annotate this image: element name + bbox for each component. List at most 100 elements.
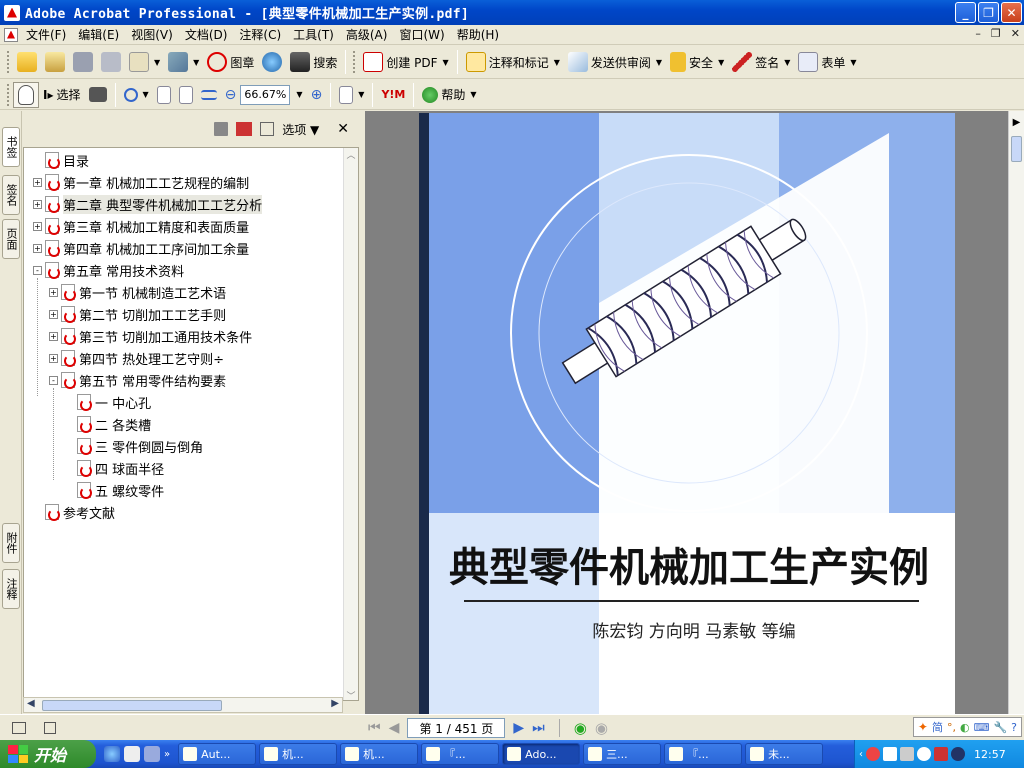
bookmark-item[interactable]: - 第五章 常用技术资料 [33,259,184,281]
ime-simplified-icon[interactable]: 简 [932,719,943,735]
snapshot-button[interactable] [85,82,111,108]
zoom-in-button[interactable]: ⊕ [307,82,327,108]
media-player-icon[interactable] [144,746,160,762]
expand-icon[interactable]: + [33,221,42,231]
horizontal-scroll-thumb[interactable] [42,700,222,711]
document-vertical-scrollbar[interactable]: ▶ [1008,111,1024,714]
bookmark-item[interactable]: + 第二节 切削加工工艺手则 [49,303,226,325]
taskbar-button[interactable]: 机... [340,743,419,765]
ime-halfwidth-icon[interactable]: ◐ [960,721,970,734]
fit-page-button[interactable] [175,82,197,108]
tab-pages[interactable]: 页面 [2,219,20,259]
expand-icon[interactable]: + [33,199,42,209]
acrobat-app-icon[interactable] [4,4,20,21]
actual-size-button[interactable] [153,82,175,108]
ime-help-icon[interactable]: ? [1011,721,1017,734]
document-pane[interactable]: 典型零件机械加工生产实例 陈宏钧 方向明 马素敏 等编 [365,111,1008,714]
ime-keyboard-icon[interactable]: ⌨ [974,721,990,734]
tab-attachments[interactable]: 附件 [2,523,20,563]
bookmark-item[interactable]: 三 零件倒圆与倒角 [65,435,203,457]
bookmark-item[interactable]: + 第四节 热处理工艺守则÷ [49,347,224,369]
scroll-down-arrow-icon[interactable]: ﹀ [344,689,358,700]
taskbar-button[interactable]: 未... [745,743,824,765]
toolbar-grip[interactable] [7,83,10,106]
page-layout-button[interactable]: ▼ [335,82,368,108]
options-menu[interactable]: 选项 ▼ [282,121,319,138]
tab-signatures[interactable]: 签名 [2,175,20,215]
web-button[interactable] [258,49,286,75]
zoom-dropdown[interactable]: ▼ [290,82,306,108]
fit-width-button[interactable] [197,82,221,108]
start-button[interactable]: 开始 [0,740,96,768]
bookmark-item[interactable]: + 第一章 机械加工工艺规程的编制 [33,171,249,193]
menu-tools[interactable]: 工具(T) [287,26,340,43]
close-button[interactable]: ✕ [1001,2,1022,23]
create-pdf-button[interactable]: 创建 PDF ▼ [359,49,452,75]
doc-scroll-right-arrow-icon[interactable]: ▶ [1009,117,1024,128]
taskbar-button[interactable]: 机... [259,743,338,765]
doc-minimize-button[interactable]: – [975,27,981,40]
stamp-button[interactable]: 图章 [203,49,258,75]
clock[interactable]: 12:57 [974,748,1006,761]
bookmark-item[interactable]: 一 中心孔 [65,391,151,413]
expand-icon[interactable]: + [49,353,58,363]
tray-help-icon[interactable] [883,747,897,761]
security-button[interactable]: 安全 ▼ [666,49,728,75]
previous-view-button[interactable]: ◉ [574,719,587,737]
panel-toggle-icon[interactable] [12,721,26,734]
zoom-tool-button[interactable]: ▼ [120,82,153,108]
ime-toolbar[interactable]: ✦ 简 °, ◐ ⌨ 🔧 ? [912,717,1022,737]
next-page-button[interactable]: ▶ [513,720,524,736]
attach-button[interactable]: ▼ [164,49,203,75]
bookmark-item[interactable]: 五 螺纹零件 [65,479,164,501]
yahoo-button[interactable]: Y!M [377,82,409,108]
tree-horizontal-scrollbar[interactable]: ◀ ▶ [23,697,343,713]
help-button[interactable]: 帮助 ▼ [418,82,480,108]
tray-acrobat-icon[interactable] [934,747,948,761]
collapse-icon[interactable]: - [49,375,58,385]
next-view-button[interactable]: ◉ [595,719,608,737]
organizer-button[interactable] [41,49,69,75]
bookmark-item[interactable]: 四 球面半径 [65,457,164,479]
open-button[interactable] [13,49,41,75]
expand-icon[interactable]: + [33,243,42,253]
doc-scroll-thumb[interactable] [1011,136,1022,162]
tray-app-icon[interactable] [866,747,880,761]
tree-vertical-scrollbar[interactable]: ︿ ﹀ [343,148,358,700]
document-icon[interactable] [4,27,18,42]
doc-close-button[interactable]: ✕ [1011,27,1020,40]
tray-arrow-icon[interactable] [917,747,931,761]
tray-sound-icon[interactable] [951,747,965,761]
sign-button[interactable]: 签名 ▼ [728,49,794,75]
tray-network-icon[interactable] [900,747,914,761]
print-button[interactable] [97,49,125,75]
last-page-button[interactable]: ⏭ [532,720,545,736]
email-button[interactable]: ▼ [125,49,164,75]
expand-icon[interactable]: + [49,287,58,297]
minimize-button[interactable]: _ [955,2,976,23]
taskbar-button[interactable]: 『... [421,743,500,765]
ime-tools-icon[interactable]: 🔧 [993,721,1007,734]
menu-file[interactable]: 文件(F) [20,26,72,43]
forms-button[interactable]: 表单 ▼ [794,49,860,75]
tab-bookmarks[interactable]: 书签 [2,127,20,167]
bookmark-item[interactable]: + 第三章 机械加工精度和表面质量 [33,215,249,237]
save-button[interactable] [69,49,97,75]
expand-icon[interactable]: + [49,331,58,341]
bookmark-item[interactable]: + 第四章 机械加工工序间加工余量 [33,237,249,259]
bookmark-item[interactable]: 二 各类槽 [65,413,151,435]
close-panel-icon[interactable]: ✕ [337,121,349,137]
ime-mode-icon[interactable]: ✦ [918,720,928,734]
taskbar-button[interactable]: Ado... [502,743,581,765]
menu-advanced[interactable]: 高级(A) [340,26,394,43]
ie-icon[interactable] [104,746,120,762]
new-bookmark-icon[interactable] [236,122,253,136]
scroll-left-arrow-icon[interactable]: ◀ [27,698,35,709]
tab-comments[interactable]: 注释 [2,569,20,609]
page-number-field[interactable]: 第 1 / 451 页 [407,718,506,738]
toolbar-grip[interactable] [353,51,356,73]
hand-tool-button[interactable] [13,81,39,108]
menu-document[interactable]: 文档(D) [179,26,234,43]
expand-icon[interactable]: + [49,309,58,319]
bookmark-item[interactable]: + 第三节 切削加工通用技术条件 [49,325,252,347]
